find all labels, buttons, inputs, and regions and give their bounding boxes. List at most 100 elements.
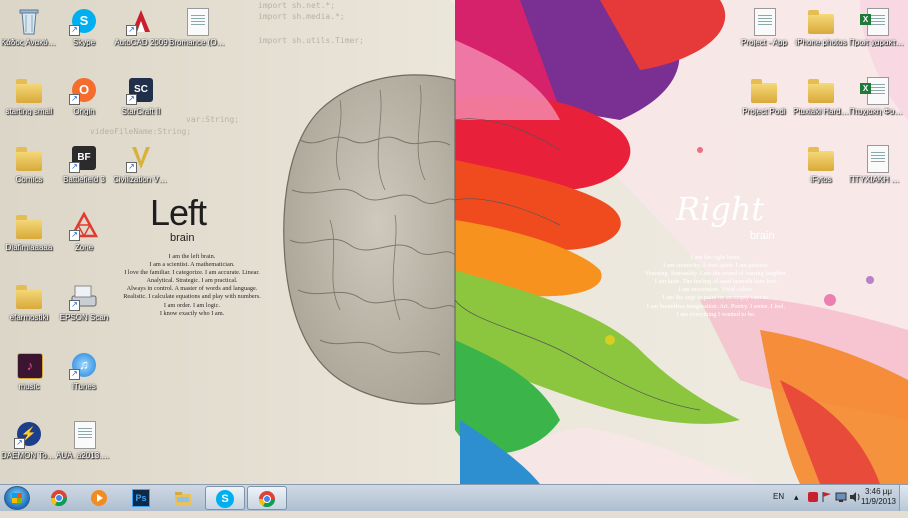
desktop-icon-epson-scan[interactable]: ↗ EPSON Scan — [56, 281, 112, 322]
folder-icon — [806, 6, 836, 36]
desktop-icon-label: Πρωτ χαρακτηριστ... — [849, 38, 905, 47]
taskbar-media-player[interactable] — [80, 486, 118, 510]
desktop-icon-label: StarCraft II — [121, 107, 161, 116]
show-desktop-button[interactable] — [899, 485, 908, 511]
desktop-icon-label: Ptuxiaki Hardcore — [793, 107, 849, 116]
desktop-icon-ifytos[interactable]: iFytos — [793, 143, 849, 184]
right-brain-subtitle: brain — [750, 230, 775, 242]
wallpaper-code-line: import sh.net.*; — [258, 1, 336, 10]
desktop-icon-label: Zone — [74, 243, 94, 252]
skype-icon: S — [216, 490, 234, 508]
desktop-icon-project-app[interactable]: Project - App — [736, 6, 792, 47]
folder-icon — [749, 75, 779, 105]
desktop-icon-label: iFytos — [810, 175, 832, 184]
desktop-icon-diafimiaaaaa[interactable]: Diafimiaaaaa — [1, 211, 57, 252]
desktop-icon-label: AutoCAD 2009 — [114, 38, 168, 47]
desktop-icon-label: Project - App — [741, 38, 787, 47]
language-indicator[interactable]: EN — [773, 492, 784, 518]
desktop-icon-recycle-bin[interactable]: Κάδος Ανακύκλωσης — [1, 6, 57, 47]
left-brain-line: I know exactly who I am. — [159, 309, 225, 317]
desktop-icon-skype[interactable]: S ↗ Skype — [56, 6, 112, 47]
folder-icon — [806, 143, 836, 173]
taskbar-chrome-pinned[interactable] — [40, 486, 78, 510]
desktop-icon-comics[interactable]: Comics — [1, 143, 57, 184]
desktop-icon-label: Skype — [72, 38, 96, 47]
taskbar-photoshop[interactable]: Ps — [122, 486, 160, 510]
desktop-icon-project-podi[interactable]: Project Podi — [736, 75, 792, 116]
taskbar-explorer[interactable] — [164, 486, 202, 510]
excel-icon — [860, 6, 892, 36]
itunes-icon: ♫ ↗ — [69, 350, 99, 380]
recycle-bin-icon — [14, 6, 44, 36]
taskbar-skype[interactable]: S — [205, 486, 245, 510]
origin-icon: O ↗ — [69, 75, 99, 105]
document-icon — [69, 419, 99, 449]
desktop-icon-efarmostiki[interactable]: efarmostiki — [1, 281, 57, 322]
desktop-icon-bromance-mp3[interactable]: Bromance (Official Mus... — [169, 6, 225, 47]
action-center-flag-icon[interactable] — [821, 491, 833, 517]
desktop-icon-origin[interactable]: O ↗ Origin — [56, 75, 112, 116]
desktop[interactable]: import sh.net.*; import sh.media.*; impo… — [0, 0, 908, 484]
right-brain-line: I am boundless imagination. Art. Poetry.… — [646, 302, 786, 310]
desktop-icon-zone[interactable]: ↗ Zone — [56, 211, 112, 252]
left-brain-line: Always in control. A master of words and… — [126, 285, 258, 293]
right-brain-line: I am the urge to paint on an empty canva… — [662, 294, 770, 302]
desktop-icon-label: efarmostiki — [9, 313, 49, 322]
left-brain-line: I am order. I am logic. — [163, 301, 221, 309]
clock-date: 11/9/2013 — [861, 497, 896, 506]
tray-app-icon[interactable] — [807, 491, 819, 517]
daemon-tools-icon: ⚡ ↗ — [14, 419, 44, 449]
right-brain-text: I am the right brain. I am creativity. A… — [632, 254, 800, 319]
desktop-icon-civilization[interactable]: ↗ Civilization V - Συντόμευση — [113, 143, 169, 184]
desktop-icon-label: Bromance (Official Mus... — [169, 38, 225, 47]
left-brain-line: Realistic. I calculate equations and pla… — [123, 293, 261, 301]
desktop-icon-iphone-photos[interactable]: iPhone photos — [793, 6, 849, 47]
desktop-icon-label: Project Podi — [742, 107, 786, 116]
desktop-icon-label: Diafimiaaaaa — [5, 243, 53, 252]
autocad-icon: ↗ — [126, 6, 156, 36]
desktop-icon-ptuxiaki-fytos[interactable]: Πτυχιακη Φυτος — [849, 75, 905, 116]
desktop-icon-daemon-tools[interactable]: ⚡↗ DAEMON Tools Lite — [1, 419, 57, 460]
left-brain-line: I love the familiar. I categorize. I am … — [124, 269, 260, 277]
civilization-icon: ↗ — [126, 143, 156, 173]
clock-time: 3:46 μμ — [864, 487, 892, 496]
desktop-icon-autocad[interactable]: ↗ AutoCAD 2009 — [113, 6, 169, 47]
desktop-icon-battlefield[interactable]: BF ↗ Battlefield 3 — [56, 143, 112, 184]
desktop-icon-itunes[interactable]: ♫ ↗ iTunes — [56, 350, 112, 391]
folder-icon — [14, 75, 44, 105]
desktop-icon-ptuxiaki-hardcore[interactable]: Ptuxiaki Hardcore — [793, 75, 849, 116]
starcraft-icon: SC ↗ — [126, 75, 156, 105]
desktop-icon-aua-sept[interactable]: AUA_a2013.sept — [56, 419, 112, 460]
desktop-icon-label: Κάδος Ανακύκλωσης — [1, 38, 57, 47]
desktop-icon-prot-xarakt[interactable]: Πρωτ χαρακτηριστ... — [849, 6, 905, 47]
desktop-icon-label: EPSON Scan — [59, 313, 109, 322]
mp3-file-icon — [182, 6, 212, 36]
left-brain-line: I am a scientist. A mathematician. — [149, 261, 235, 269]
desktop-icon-music[interactable]: ♪ music — [1, 350, 57, 391]
desktop-icon-label: DAEMON Tools Lite — [1, 451, 57, 460]
desktop-icon-starting-small[interactable]: starting small — [1, 75, 57, 116]
folder-icon — [806, 75, 836, 105]
wallpaper-code-line: videoFileName:String; — [90, 127, 192, 136]
taskbar-chrome-window[interactable] — [247, 486, 287, 510]
taskbar: Ps S EN ▴ 3:46 μμ 11/9/2013 — [0, 484, 908, 511]
right-brain-line: I am creativity. A free spirit. I am pas… — [663, 262, 769, 270]
left-brain-text: I am the left brain. I am a scientist. A… — [112, 253, 272, 318]
system-clock[interactable]: 3:46 μμ 11/9/2013 — [861, 487, 896, 507]
right-brain-line: I am the right brain. — [690, 254, 742, 261]
battlefield-icon: BF ↗ — [69, 143, 99, 173]
scanner-icon: ↗ — [69, 281, 99, 311]
desktop-icon-ptuxiaki-doc[interactable]: ΠΤΥΧΙΑΚΗ DOC — [849, 143, 905, 184]
desktop-icon-label: Comics — [15, 175, 43, 184]
start-orb-icon[interactable] — [4, 486, 30, 510]
left-brain-line: I am the left brain. — [168, 253, 216, 260]
volume-icon[interactable] — [849, 491, 861, 517]
desktop-icon-label: Battlefield 3 — [63, 175, 105, 184]
network-icon[interactable] — [835, 491, 847, 517]
right-brain-line: Yearning. Sensuality. I am the sound of … — [644, 270, 788, 278]
desktop-icon-starcraft[interactable]: SC ↗ StarCraft II — [113, 75, 169, 116]
show-hidden-icons-icon[interactable]: ▴ — [794, 492, 799, 518]
left-brain-title: Left — [150, 192, 207, 233]
right-brain-line: I am taste. The feeling of sand beneath … — [654, 278, 778, 286]
wallpaper-code-line: import sh.utils.Timer; — [258, 36, 364, 45]
